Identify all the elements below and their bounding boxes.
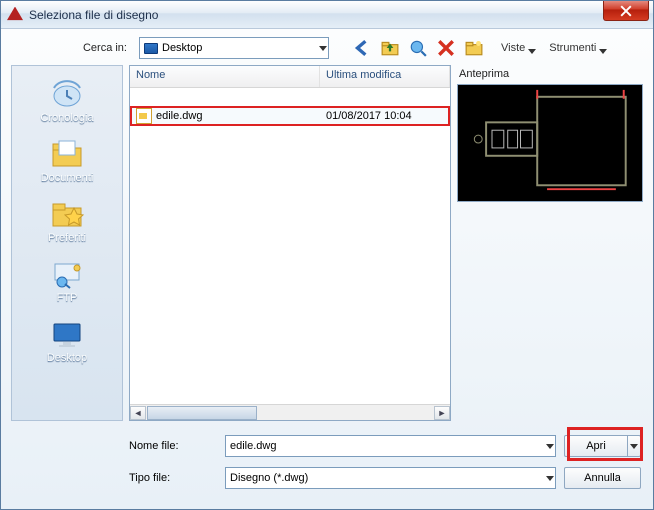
new-folder-icon[interactable] (465, 39, 483, 57)
favorites-icon (49, 198, 85, 230)
filetype-label: Tipo file: (129, 472, 217, 484)
search-web-icon[interactable] (409, 39, 427, 57)
chevron-down-icon (528, 45, 535, 52)
file-list-header: Nome Ultima modifica (130, 66, 450, 88)
chevron-down-icon (630, 444, 638, 449)
app-icon (7, 7, 23, 23)
filename-row: Nome file: edile.dwg Apri (129, 433, 641, 459)
window-title: Seleziona file di disegno (29, 8, 158, 22)
sidebar-item-label: FTP (57, 292, 78, 304)
sidebar-item-ftp[interactable]: FTP (12, 254, 122, 308)
file-open-dialog: Seleziona file di disegno Cerca in: Desk… (0, 0, 654, 510)
scroll-right-icon[interactable]: ► (434, 406, 450, 420)
places-sidebar: Cronologia Documenti Preferiti (11, 65, 123, 421)
chevron-down-icon (546, 443, 553, 450)
chevron-down-icon (599, 45, 606, 52)
tools-label: Strumenti (549, 42, 596, 54)
look-in-combo[interactable]: Desktop (139, 37, 329, 59)
column-header-modified[interactable]: Ultima modifica (320, 66, 450, 87)
close-button[interactable] (603, 1, 649, 21)
filename-value: edile.dwg (230, 440, 276, 452)
file-modified: 01/08/2017 10:04 (320, 110, 448, 122)
filetype-value: Disegno (*.dwg) (230, 472, 308, 484)
toolbar: Cerca in: Desktop (11, 35, 643, 65)
close-icon (620, 5, 632, 17)
file-list[interactable]: Nome Ultima modifica edile.dwg 01/08/201… (129, 65, 451, 421)
titlebar: Seleziona file di disegno (1, 1, 653, 29)
delete-icon[interactable] (437, 39, 455, 57)
look-in-value: Desktop (162, 42, 202, 54)
open-button-dropdown[interactable] (628, 435, 641, 457)
horizontal-scrollbar[interactable]: ◄ ► (130, 404, 450, 420)
chevron-down-icon (319, 45, 326, 52)
filename-input[interactable]: edile.dwg (225, 435, 556, 457)
sidebar-item-documents[interactable]: Documenti (12, 134, 122, 188)
dwg-file-icon (136, 108, 152, 124)
sidebar-item-desktop[interactable]: Desktop (12, 314, 122, 368)
sidebar-item-label: Cronologia (40, 112, 93, 124)
column-header-name[interactable]: Nome (130, 66, 320, 87)
preview-pane: Anteprima (457, 65, 643, 421)
look-in-label: Cerca in: (13, 42, 133, 54)
filetype-row: Tipo file: Disegno (*.dwg) Annulla (129, 465, 641, 491)
scroll-left-icon[interactable]: ◄ (130, 406, 146, 420)
open-button-label: Apri (586, 440, 606, 452)
sidebar-item-label: Desktop (47, 352, 87, 364)
filename-label: Nome file: (129, 440, 217, 452)
cancel-button[interactable]: Annulla (564, 467, 641, 489)
desktop-icon (144, 43, 158, 54)
ftp-icon (49, 258, 85, 290)
file-name: edile.dwg (156, 110, 202, 122)
scroll-thumb[interactable] (147, 406, 257, 420)
history-icon (49, 78, 85, 110)
preview-label: Anteprima (457, 65, 643, 84)
preview-thumbnail (457, 84, 643, 202)
desktop-icon (49, 318, 85, 350)
tools-menu[interactable]: Strumenti (545, 42, 610, 54)
views-label: Viste (501, 42, 525, 54)
open-button[interactable]: Apri (564, 435, 628, 457)
up-one-level-icon[interactable] (381, 39, 399, 57)
cancel-button-label: Annulla (584, 472, 621, 484)
documents-icon (49, 138, 85, 170)
sidebar-item-history[interactable]: Cronologia (12, 74, 122, 128)
views-menu[interactable]: Viste (497, 42, 539, 54)
sidebar-item-label: Documenti (41, 172, 94, 184)
back-icon[interactable] (353, 39, 371, 57)
chevron-down-icon (546, 475, 553, 482)
file-row[interactable]: edile.dwg 01/08/2017 10:04 (130, 106, 450, 126)
filetype-combo[interactable]: Disegno (*.dwg) (225, 467, 556, 489)
sidebar-item-favorites[interactable]: Preferiti (12, 194, 122, 248)
sidebar-item-label: Preferiti (48, 232, 86, 244)
